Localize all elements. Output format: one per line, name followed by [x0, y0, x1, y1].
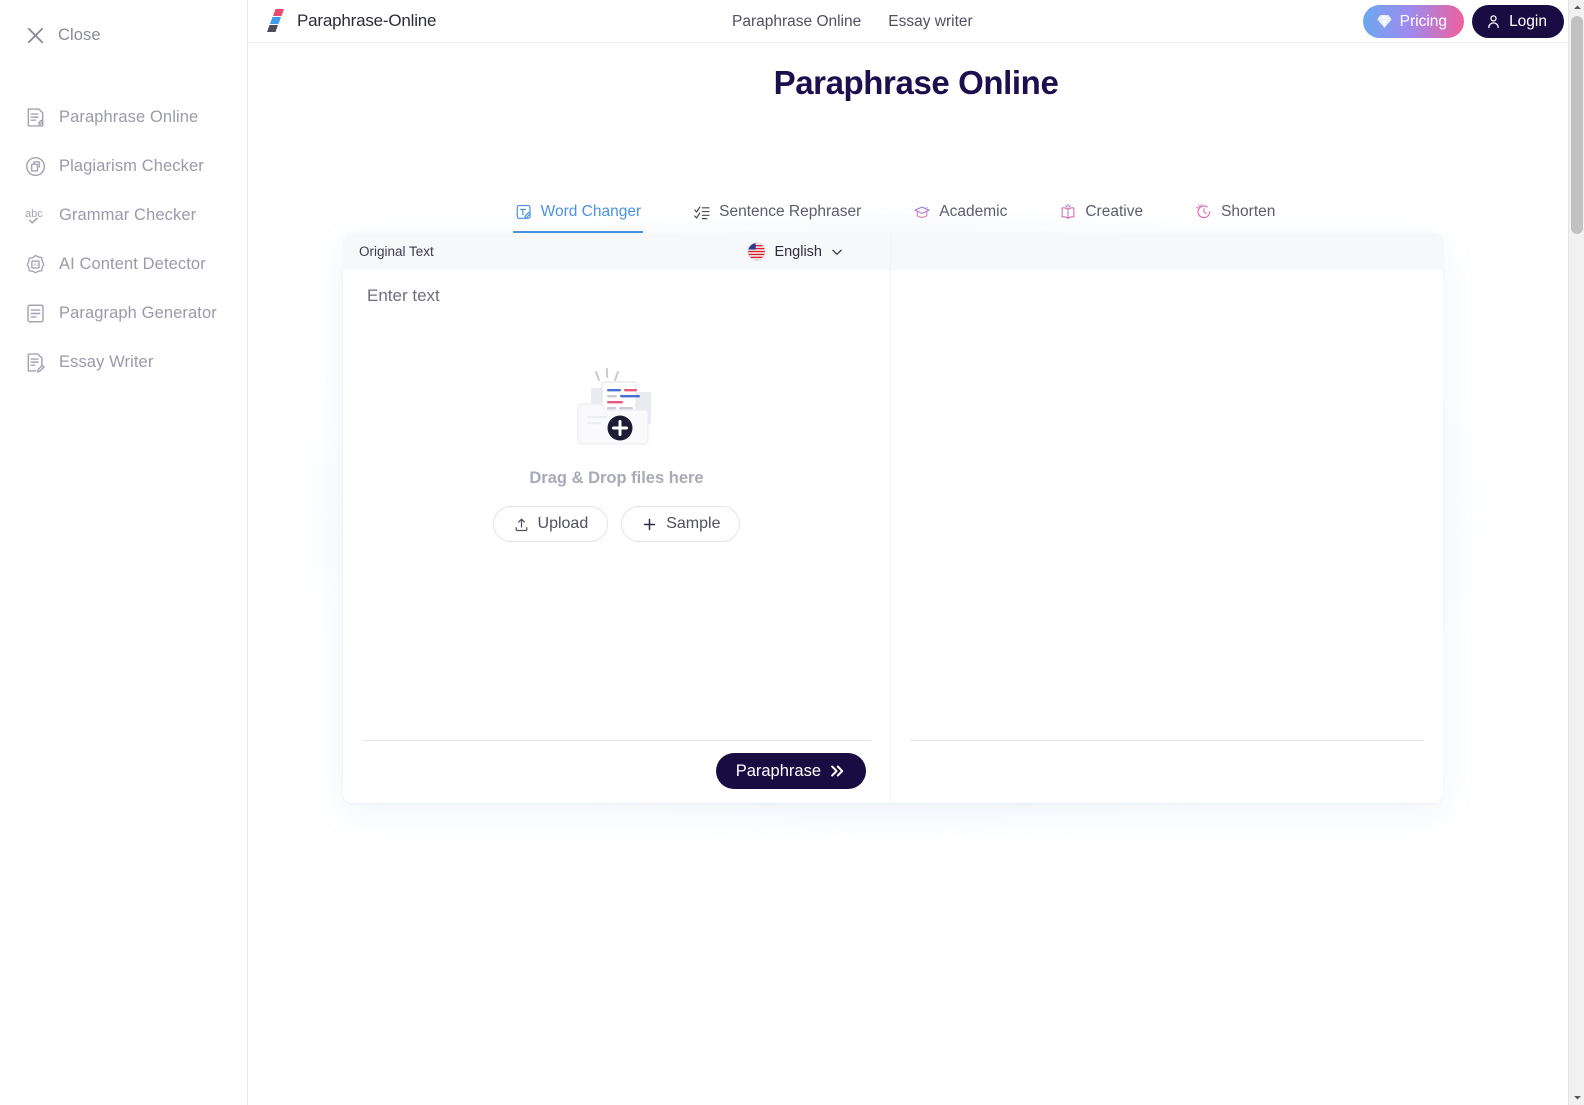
- us-flag-icon: [747, 242, 767, 261]
- sidebar-item-label: Essay Writer: [59, 353, 154, 371]
- abc-check-icon: abc: [25, 208, 43, 224]
- dropzone-label: Drag & Drop files here: [529, 469, 704, 487]
- top-nav: Paraphrase Online Essay writer: [732, 0, 973, 43]
- sidebar-item-paraphrase-online[interactable]: Paraphrase Online: [0, 93, 247, 142]
- top-nav-paraphrase-online[interactable]: Paraphrase Online: [732, 13, 861, 31]
- plus-icon: [644, 518, 656, 530]
- original-text-panel: Original Text English Enter text Drag & …: [343, 233, 891, 803]
- result-text-panel: [891, 233, 1443, 803]
- sidebar-item-plagiarism-checker[interactable]: Plagiarism Checker: [0, 142, 247, 191]
- sidebar-item-label: Grammar Checker: [59, 206, 197, 224]
- sample-label: Sample: [666, 515, 721, 532]
- sidebar-item-label: Plagiarism Checker: [59, 157, 204, 175]
- scrollbar-thumb[interactable]: [1571, 16, 1583, 234]
- top-bar: Paraphrase-Online Paraphrase Online Essa…: [248, 0, 1584, 43]
- tab-sentence-rephraser[interactable]: Sentence Rephraser: [691, 199, 863, 233]
- document-pencil-icon: [27, 353, 45, 373]
- sidebar-item-label: Paraphrase Online: [59, 108, 199, 126]
- chevron-up-icon: [1573, 5, 1581, 9]
- language-label: English: [774, 243, 822, 260]
- original-text-body[interactable]: Enter text Drag & Drop files here Upload…: [343, 270, 890, 803]
- sidebar-close-button[interactable]: Close: [0, 18, 247, 53]
- upload-label: Upload: [537, 515, 589, 532]
- login-label: Login: [1509, 12, 1547, 30]
- double-chevron-right-icon: [831, 765, 844, 777]
- right-footer-divider: [910, 740, 1424, 741]
- paraphrase-button[interactable]: Paraphrase: [715, 753, 866, 789]
- file-dropzone[interactable]: Drag & Drop files here Upload Sample: [343, 366, 890, 542]
- sample-button[interactable]: Sample: [621, 506, 741, 542]
- login-button[interactable]: Login: [1472, 5, 1564, 38]
- svg-text:abc: abc: [25, 208, 43, 220]
- svg-text:AI: AI: [33, 262, 38, 268]
- original-text-title: Original Text: [359, 244, 434, 259]
- tab-academic[interactable]: Academic: [911, 199, 1009, 233]
- brand-logo-link[interactable]: Paraphrase-Online: [266, 8, 436, 34]
- paragraph-icon: [27, 304, 44, 323]
- tab-label: Creative: [1085, 203, 1144, 220]
- main-content: Paraphrase-Online Paraphrase Online Essa…: [248, 0, 1584, 1105]
- tab-word-changer[interactable]: Word Changer: [512, 199, 644, 233]
- user-icon: [1488, 15, 1499, 29]
- dropzone-buttons: Upload Sample: [492, 506, 741, 542]
- result-text-body[interactable]: [891, 270, 1443, 803]
- sidebar: Close Paraphrase Online Plagiarism Check…: [0, 0, 248, 1105]
- tab-label: Sentence Rephraser: [719, 203, 862, 220]
- brand-name: Paraphrase-Online: [297, 11, 437, 30]
- editor-stage: Word Changer Sentence Rephraser Academic…: [248, 199, 1584, 829]
- sidebar-item-grammar-checker[interactable]: abc Grammar Checker: [0, 191, 247, 240]
- clock-arrow-icon: [1196, 204, 1211, 219]
- sidebar-item-paragraph-generator[interactable]: Paragraph Generator: [0, 289, 247, 338]
- close-icon: [27, 27, 44, 44]
- language-selector[interactable]: English: [747, 242, 844, 261]
- chevron-down-icon: [832, 249, 842, 255]
- result-text-header: [891, 233, 1443, 270]
- text-edit-icon: [516, 204, 531, 219]
- graduation-cap-icon: [914, 206, 930, 218]
- copy-circle-icon: [25, 156, 46, 177]
- sidebar-close-label: Close: [58, 26, 101, 44]
- browser-viewport: Close Paraphrase Online Plagiarism Check…: [0, 0, 1584, 1105]
- sidebar-item-label: AI Content Detector: [59, 255, 206, 273]
- top-bar-actions: Pricing Login: [1362, 0, 1564, 43]
- paraphrase-label: Paraphrase: [735, 761, 821, 780]
- upload-button[interactable]: Upload: [492, 506, 609, 542]
- tab-creative[interactable]: Creative: [1057, 199, 1145, 233]
- chevron-down-icon: [1573, 1096, 1581, 1100]
- pricing-label: Pricing: [1399, 12, 1448, 30]
- tab-label: Word Changer: [540, 203, 642, 220]
- mode-tabs: Word Changer Sentence Rephraser Academic…: [295, 199, 1495, 233]
- original-text-header: Original Text English: [343, 233, 890, 270]
- pricing-button[interactable]: Pricing: [1362, 5, 1465, 38]
- open-book-icon: [1061, 204, 1075, 219]
- document-text-icon: [27, 108, 44, 127]
- tab-label: Academic: [939, 203, 1008, 220]
- page-scrollbar[interactable]: [1568, 0, 1584, 1105]
- ai-badge-icon: AI: [26, 254, 45, 274]
- original-text-placeholder: Enter text: [367, 286, 440, 305]
- page-title: Paraphrase Online: [773, 64, 1059, 101]
- folder-documents-plus-icon: [576, 368, 651, 445]
- editor-card: Original Text English Enter text Drag & …: [343, 233, 1443, 803]
- upload-icon: [515, 518, 527, 531]
- sidebar-item-essay-writer[interactable]: Essay Writer: [0, 338, 247, 387]
- sidebar-item-label: Paragraph Generator: [59, 304, 217, 322]
- tab-shorten[interactable]: Shorten: [1193, 199, 1277, 233]
- sidebar-nav: Paraphrase Online Plagiarism Checker abc…: [0, 93, 247, 387]
- scrollbar-up-arrow[interactable]: [1569, 0, 1584, 15]
- tab-label: Shorten: [1221, 203, 1276, 220]
- diamond-icon: [1377, 15, 1392, 29]
- scrollbar-down-arrow[interactable]: [1569, 1090, 1584, 1105]
- logo-parallelograms-icon: [267, 9, 284, 32]
- left-footer-divider: [362, 740, 871, 741]
- top-nav-essay-writer[interactable]: Essay writer: [888, 13, 972, 31]
- check-list-icon: [694, 206, 710, 220]
- sidebar-item-ai-content-detector[interactable]: AI AI Content Detector: [0, 240, 247, 289]
